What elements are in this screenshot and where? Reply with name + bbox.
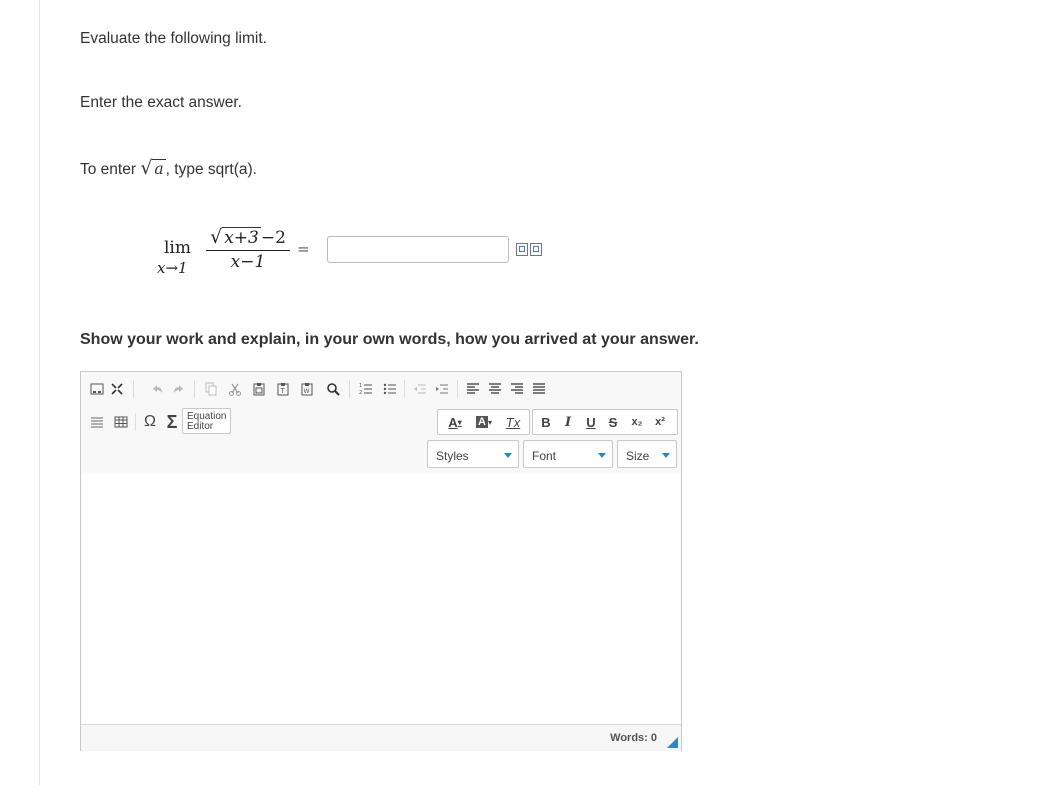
numerator-rest: −2 (260, 228, 286, 248)
limit-expression: lim x→1 √ x+3 −2 x−1 = (156, 226, 326, 282)
strikethrough-button[interactable]: S (605, 413, 621, 431)
instruction-sqrt-post: , type sqrt(a). (165, 161, 257, 178)
separator (349, 380, 350, 398)
editor-toolbar: T W 12 Ω Σ Equation Editor A ▾ A ▾ Tx B … (81, 372, 681, 474)
background-color-glyph: A (476, 416, 488, 428)
cut-icon[interactable] (227, 380, 243, 398)
size-dropdown[interactable]: Size (617, 440, 677, 468)
equation-editor-label-2: Editor (187, 421, 214, 432)
bold-button[interactable]: B (538, 413, 554, 431)
styles-dropdown[interactable]: Styles (427, 440, 519, 468)
source-icon[interactable] (89, 380, 105, 398)
word-count: Words: 0 (610, 732, 657, 744)
paste-text-icon[interactable]: T (275, 380, 291, 398)
sqrt-a-symbol: √ a (140, 157, 166, 179)
instruction-sqrt: To enter √ a, type sqrt(a). (80, 157, 257, 179)
separator (135, 413, 136, 431)
font-dropdown[interactable]: Font (523, 440, 613, 468)
outdent-icon[interactable] (412, 380, 428, 398)
text-color-glyph: A (448, 414, 458, 430)
chevron-down-icon (598, 453, 606, 458)
equation-preview-icon[interactable] (516, 243, 528, 256)
editor-text-area[interactable] (81, 473, 681, 724)
chevron-down-icon (504, 453, 512, 458)
svg-text:1: 1 (359, 383, 362, 389)
omega-button[interactable]: Ω (141, 413, 159, 431)
horizontal-line-icon[interactable] (89, 413, 105, 431)
color-group: A ▾ A ▾ Tx (437, 409, 530, 435)
svg-text:W: W (304, 388, 310, 395)
denominator: x−1 (230, 252, 266, 272)
equals-sign: = (297, 240, 310, 258)
lim-word: lim (164, 238, 191, 258)
answer-tools (516, 243, 542, 256)
align-center-icon[interactable] (487, 380, 503, 398)
bulleted-list-icon[interactable] (382, 380, 398, 398)
chevron-down-icon (662, 453, 670, 458)
instruction-exact: Enter the exact answer. (80, 94, 242, 111)
separator (404, 380, 405, 398)
equation-help-icon[interactable] (530, 243, 542, 256)
left-divider (39, 0, 40, 785)
undo-icon[interactable] (149, 380, 165, 398)
resize-handle-icon[interactable] (667, 737, 678, 748)
numerator: √ x+3 −2 (210, 226, 286, 248)
copy-icon[interactable] (203, 380, 219, 398)
lim-subscript: x→1 (157, 259, 188, 277)
maximize-icon[interactable] (109, 380, 125, 398)
text-color-button[interactable]: A ▾ (444, 413, 466, 431)
instruction-evaluate: Evaluate the following limit. (80, 30, 267, 47)
redo-icon[interactable] (171, 380, 187, 398)
separator (457, 380, 458, 398)
styles-label: Styles (436, 449, 469, 463)
work-prompt: Show your work and explain, in your own … (80, 331, 699, 348)
fraction: √ x+3 −2 x−1 (206, 226, 290, 272)
svg-text:2: 2 (359, 390, 362, 396)
align-right-icon[interactable] (509, 380, 525, 398)
paste-icon[interactable] (251, 380, 267, 398)
italic-button[interactable]: I (560, 413, 576, 431)
svg-text:T: T (280, 387, 286, 395)
basic-style-group: B I U S x₂ x² (532, 409, 678, 435)
rich-text-editor: T W 12 Ω Σ Equation Editor A ▾ A ▾ Tx B … (80, 371, 682, 751)
numbered-list-icon[interactable]: 12 (358, 380, 374, 398)
background-color-button[interactable]: A ▾ (473, 413, 495, 431)
size-label: Size (626, 449, 650, 463)
indent-icon[interactable] (434, 380, 450, 398)
remove-format-button[interactable]: Tx (502, 413, 524, 431)
equation-editor-button[interactable]: Equation Editor (182, 408, 231, 434)
subscript-button[interactable]: x₂ (628, 413, 646, 431)
instruction-sqrt-pre: To enter (80, 161, 141, 178)
fraction-bar (206, 250, 290, 251)
numerator-radicand: x+3 (222, 227, 261, 248)
find-icon[interactable] (325, 380, 341, 398)
align-left-icon[interactable] (465, 380, 481, 398)
align-justify-icon[interactable] (531, 380, 547, 398)
font-label: Font (532, 449, 557, 463)
separator (133, 380, 134, 398)
sqrt-a-var: a (152, 159, 166, 178)
sigma-button[interactable]: Σ (163, 412, 181, 432)
table-icon[interactable] (113, 413, 129, 431)
underline-button[interactable]: U (583, 413, 599, 431)
separator (194, 380, 195, 398)
paste-word-icon[interactable]: W (299, 380, 315, 398)
editor-status-bar: Words: 0 (81, 724, 681, 751)
superscript-button[interactable]: x² (651, 413, 669, 431)
answer-input[interactable] (327, 236, 509, 263)
